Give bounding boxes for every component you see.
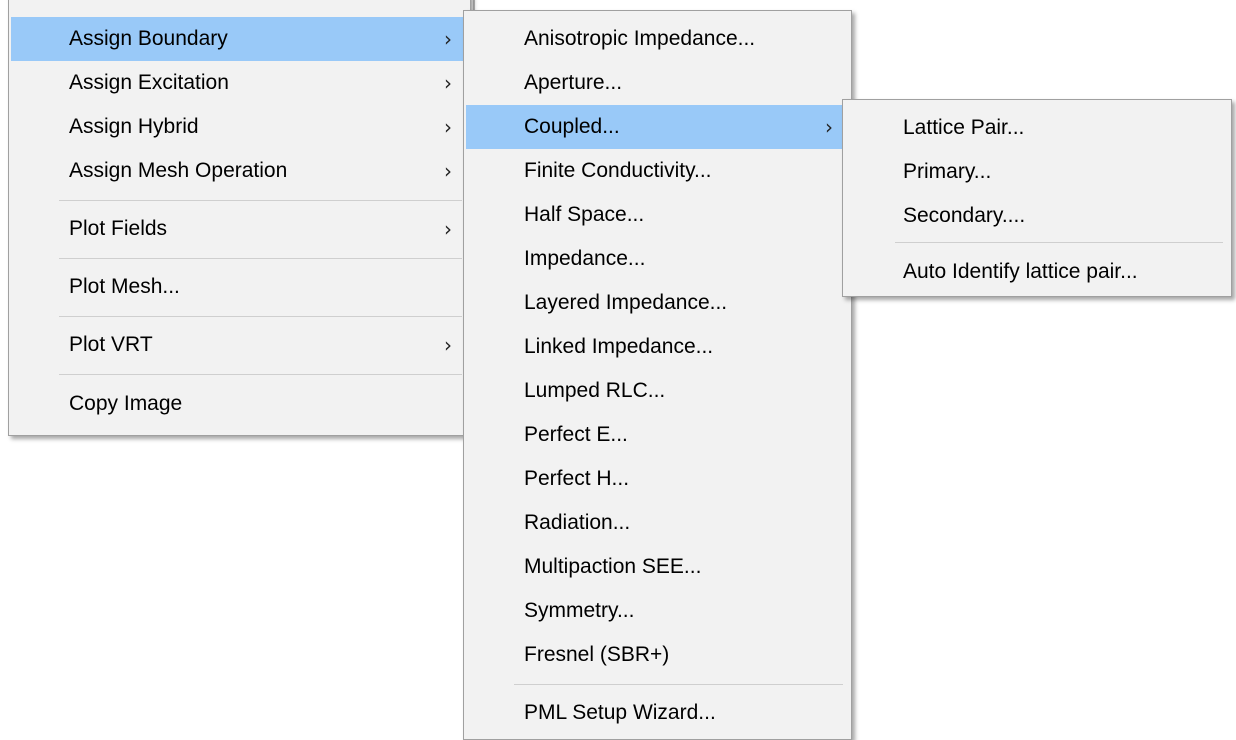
menu-item-label: Finite Conductivity... <box>524 159 712 182</box>
menu-item-pml-setup-wizard[interactable]: PML Setup Wizard... <box>466 691 849 735</box>
menu-separator <box>895 242 1223 243</box>
coupled-submenu: Lattice Pair... Primary... Secondary....… <box>842 99 1232 297</box>
chevron-right-icon: › <box>444 217 452 241</box>
menu-separator <box>59 200 462 201</box>
menu-item-label: Impedance... <box>524 247 646 270</box>
menu-item-aperture[interactable]: Aperture... <box>466 61 849 105</box>
menu-item-label: Lumped RLC... <box>524 379 666 402</box>
chevron-right-icon: › <box>444 115 452 139</box>
menu-item-assign-hybrid[interactable]: Assign Hybrid › <box>11 105 468 149</box>
menu-item-label: Secondary.... <box>903 204 1026 227</box>
menu-item-label: Perfect E... <box>524 423 628 446</box>
menu-item-label: Perfect H... <box>524 467 630 490</box>
menu-item-label: Plot VRT <box>69 333 153 356</box>
menu-item-label: Half Space... <box>524 203 645 226</box>
menu-item-radiation[interactable]: Radiation... <box>466 501 849 545</box>
menu-item-perfect-h[interactable]: Perfect H... <box>466 457 849 501</box>
menu-item-anisotropic-impedance[interactable]: Anisotropic Impedance... <box>466 17 849 61</box>
menu-item-secondary[interactable]: Secondary.... <box>845 194 1229 238</box>
menu-item-impedance[interactable]: Impedance... <box>466 237 849 281</box>
chevron-right-icon: › <box>444 159 452 183</box>
menu-item-assign-boundary[interactable]: Assign Boundary › <box>11 17 468 61</box>
menu-separator <box>59 258 462 259</box>
menu-item-multipaction-see[interactable]: Multipaction SEE... <box>466 545 849 589</box>
menu-item-label: PML Setup Wizard... <box>524 701 716 724</box>
menu-item-lumped-rlc[interactable]: Lumped RLC... <box>466 369 849 413</box>
menu-item-label: Auto Identify lattice pair... <box>903 260 1138 283</box>
menu-item-label: Fresnel (SBR+) <box>524 643 670 666</box>
menu-item-copy-image[interactable]: Copy Image <box>11 382 468 426</box>
menu-item-layered-impedance[interactable]: Layered Impedance... <box>466 281 849 325</box>
menu-item-lattice-pair[interactable]: Lattice Pair... <box>845 106 1229 150</box>
menu-item-label: Multipaction SEE... <box>524 555 702 578</box>
chevron-right-icon: › <box>825 115 833 139</box>
menu-separator <box>59 316 462 317</box>
context-menu: Assign Boundary › Assign Excitation › As… <box>8 0 471 436</box>
menu-item-plot-mesh[interactable]: Plot Mesh... <box>11 265 468 309</box>
assign-boundary-submenu: Anisotropic Impedance... Aperture... Cou… <box>463 10 852 740</box>
menu-item-coupled[interactable]: Coupled... › <box>466 105 849 149</box>
menu-item-assign-mesh-operation[interactable]: Assign Mesh Operation › <box>11 149 468 193</box>
menu-item-symmetry[interactable]: Symmetry... <box>466 589 849 633</box>
menu-item-label: Radiation... <box>524 511 631 534</box>
menu-item-label: Lattice Pair... <box>903 116 1025 139</box>
menu-item-finite-conductivity[interactable]: Finite Conductivity... <box>466 149 849 193</box>
menu-item-label: Copy Image <box>69 392 183 415</box>
menu-item-primary[interactable]: Primary... <box>845 150 1229 194</box>
menu-item-perfect-e[interactable]: Perfect E... <box>466 413 849 457</box>
menu-item-label: Assign Mesh Operation <box>69 159 288 182</box>
menu-item-label: Linked Impedance... <box>524 335 714 358</box>
menu-item-plot-vrt[interactable]: Plot VRT › <box>11 323 468 367</box>
menu-item-label: Layered Impedance... <box>524 291 728 314</box>
menu-separator <box>514 684 843 685</box>
menu-item-linked-impedance[interactable]: Linked Impedance... <box>466 325 849 369</box>
menu-item-label: Aperture... <box>524 71 623 94</box>
menu-item-label: Assign Excitation <box>69 71 229 94</box>
menu-item-plot-fields[interactable]: Plot Fields › <box>11 207 468 251</box>
menu-item-assign-excitation[interactable]: Assign Excitation › <box>11 61 468 105</box>
menu-item-label: Assign Hybrid <box>69 115 199 138</box>
menu-item-label: Assign Boundary <box>69 27 228 50</box>
menu-item-fresnel-sbr[interactable]: Fresnel (SBR+) <box>466 633 849 677</box>
window-edge <box>473 0 475 10</box>
menu-item-auto-identify-lattice-pair[interactable]: Auto Identify lattice pair... <box>845 250 1229 294</box>
menu-item-label: Primary... <box>903 160 992 183</box>
menu-item-label: Plot Fields <box>69 217 168 240</box>
menu-item-label: Coupled... <box>524 115 620 138</box>
menu-item-half-space[interactable]: Half Space... <box>466 193 849 237</box>
chevron-right-icon: › <box>444 333 452 357</box>
menu-item-label: Plot Mesh... <box>69 275 180 298</box>
menu-item-label: Symmetry... <box>524 599 635 622</box>
chevron-right-icon: › <box>444 71 452 95</box>
chevron-right-icon: › <box>444 27 452 51</box>
menu-item-label: Anisotropic Impedance... <box>524 27 756 50</box>
menu-separator <box>59 374 462 375</box>
